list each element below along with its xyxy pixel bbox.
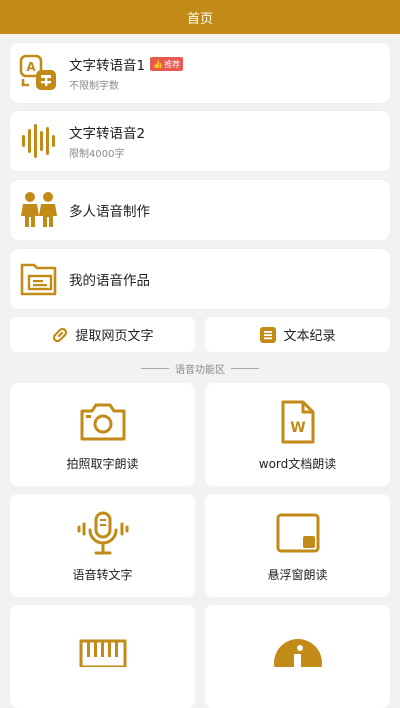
text-to-speech-icon: A [19, 53, 59, 93]
page-title: 首页 [186, 11, 213, 27]
tool-label: word文档朗读 [258, 457, 337, 471]
sound-wave-icon [19, 121, 59, 161]
thumb-up-icon: 👍 [153, 59, 164, 69]
tool-photo-read[interactable]: 拍照取字朗读 [10, 383, 195, 486]
word-doc-icon: W [278, 399, 318, 445]
section-title: 语音功能区 [0, 360, 400, 376]
recommend-badge: 👍 推荐 [150, 57, 184, 71]
tool-info[interactable] [205, 605, 390, 708]
tool-label: 语音转文字 [72, 568, 133, 582]
extract-webpage-text-button[interactable]: 提取网页文字 [10, 317, 195, 352]
feature-my-works[interactable]: 我的语音作品 [10, 249, 390, 309]
text-records-button[interactable]: 文本纪录 [205, 317, 390, 352]
top-bar: 首页 [0, 0, 400, 34]
svg-text:W: W [290, 420, 305, 436]
feature-text-to-speech-1[interactable]: A 文字转语音1 👍 推荐 不限制字数 [10, 43, 390, 103]
link-icon [51, 326, 69, 344]
svg-text:A: A [26, 60, 36, 74]
divider [141, 367, 169, 369]
divider [231, 367, 259, 369]
feature-sub: 不限制字数 [69, 81, 119, 92]
people-icon [19, 190, 59, 230]
tool-word-read[interactable]: W word文档朗读 [205, 383, 390, 486]
tool-label: 悬浮窗朗读 [267, 568, 328, 582]
extract-webpage-text-label: 提取网页文字 [75, 329, 154, 344]
info-icon [273, 621, 323, 667]
piano-icon [78, 621, 128, 667]
tool-piano[interactable] [10, 605, 195, 708]
feature-label: 多人语音制作 [69, 204, 150, 220]
feature-multi-voice[interactable]: 多人语音制作 [10, 180, 390, 240]
text-records-label: 文本纪录 [283, 329, 336, 344]
camera-icon [78, 399, 128, 445]
folder-icon [19, 259, 59, 299]
feature-label: 文字转语音2 [69, 126, 146, 142]
feature-label: 我的语音作品 [69, 273, 150, 289]
tool-speech-to-text[interactable]: 语音转文字 [10, 494, 195, 597]
feature-sub: 限制4000字 [69, 149, 125, 160]
tool-label: 拍照取字朗读 [66, 457, 139, 471]
feature-label: 文字转语音1 [69, 58, 146, 74]
floating-window-icon [275, 510, 321, 556]
notes-icon [259, 326, 277, 344]
microphone-icon [77, 510, 129, 556]
tool-floating-window[interactable]: 悬浮窗朗读 [205, 494, 390, 597]
feature-text-to-speech-2[interactable]: 文字转语音2 限制4000字 [10, 111, 390, 171]
